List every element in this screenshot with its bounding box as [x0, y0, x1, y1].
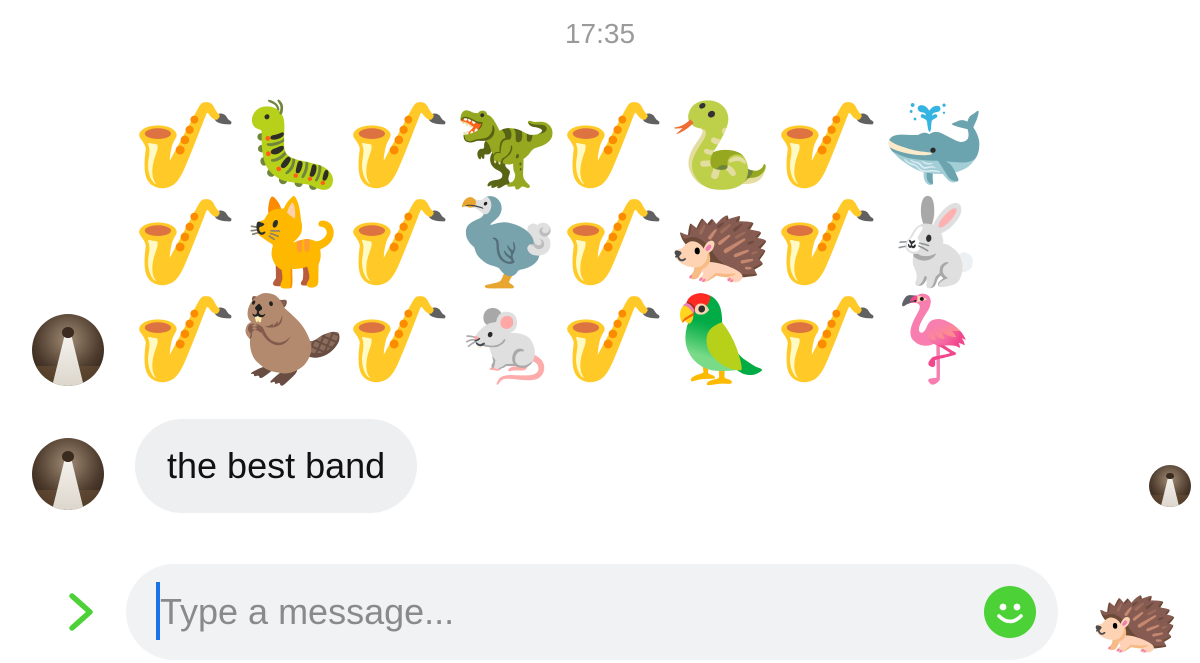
saxophone-emoji-icon: 🎷 — [133, 289, 238, 388]
caterpillar-emoji-icon: 🐛 — [240, 95, 345, 194]
sender-avatar[interactable] — [32, 438, 104, 510]
t-rex-emoji-icon: 🦖 — [454, 95, 559, 194]
saxophone-emoji-icon: 🎷 — [775, 192, 880, 291]
saxophone-emoji-icon: 🎷 — [133, 95, 238, 194]
saxophone-emoji-icon: 🎷 — [561, 289, 666, 388]
hedgehog-sticker-button[interactable]: 🦔 — [1090, 578, 1180, 658]
saxophone-emoji-icon: 🎷 — [775, 289, 880, 388]
avatar-dress — [1160, 478, 1180, 507]
avatar-dress — [52, 337, 84, 386]
saxophone-emoji-icon: 🎷 — [133, 192, 238, 291]
saxophone-emoji-icon: 🎷 — [347, 192, 452, 291]
avatar-dress — [52, 461, 84, 510]
emoji-message[interactable]: 🎷 🐛 🎷 🦖 🎷 🐍 🎷 🐳 🎷 🐈 🎷 🦤 🎷 🦔 🎷 🐇 🎷 🦫 🎷 🐁 🎷 🦜 🎷 🦩 — [132, 96, 992, 387]
chevron-right-icon[interactable] — [62, 590, 98, 634]
avatar-head — [1166, 472, 1174, 480]
cat-emoji-icon: 🐈 — [240, 192, 345, 291]
dodo-emoji-icon: 🦤 — [454, 192, 559, 291]
sender-avatar[interactable] — [32, 314, 104, 386]
read-receipt-avatar — [1149, 465, 1191, 507]
saxophone-emoji-icon: 🎷 — [561, 95, 666, 194]
whale-emoji-icon: 🐳 — [882, 95, 987, 194]
message-composer[interactable] — [126, 564, 1058, 660]
avatar-head — [61, 450, 75, 463]
message-input[interactable] — [160, 564, 960, 660]
parrot-emoji-icon: 🦜 — [668, 289, 773, 388]
message-timestamp: 17:35 — [564, 18, 636, 49]
saxophone-emoji-icon: 🎷 — [561, 192, 666, 291]
snake-emoji-icon: 🐍 — [668, 95, 773, 194]
avatar-head — [61, 326, 75, 339]
saxophone-emoji-icon: 🎷 — [347, 95, 452, 194]
beaver-emoji-icon: 🦫 — [240, 289, 345, 388]
flamingo-emoji-icon: 🦩 — [882, 289, 987, 388]
message-bubble[interactable]: the best band — [135, 419, 418, 513]
saxophone-emoji-icon: 🎷 — [775, 95, 880, 194]
smiley-face-icon — [997, 603, 1023, 624]
mouse-emoji-icon: 🐁 — [454, 289, 559, 388]
emoji-button[interactable] — [984, 586, 1036, 638]
saxophone-emoji-icon: 🎷 — [347, 289, 452, 388]
message-text: the best band — [167, 445, 386, 486]
rabbit-emoji-icon: 🐇 — [882, 192, 987, 291]
hedgehog-emoji-icon: 🦔 — [668, 192, 773, 291]
